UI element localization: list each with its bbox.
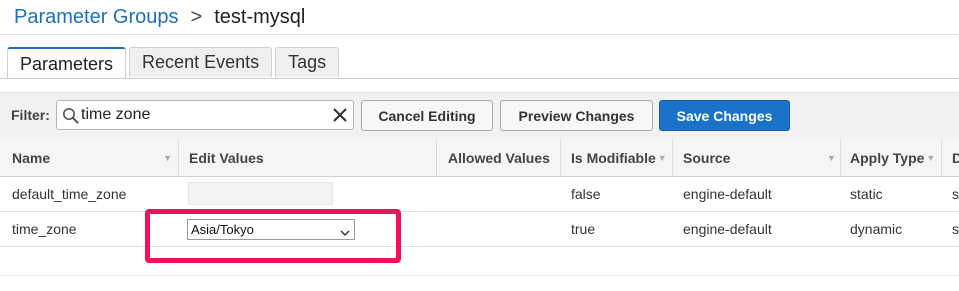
- table-row: time_zone Asia/Tokyo true engine-default…: [0, 212, 959, 247]
- cell-description: st: [952, 221, 959, 237]
- column-separator: [560, 139, 561, 176]
- cancel-editing-button[interactable]: Cancel Editing: [361, 100, 493, 131]
- cell-name: default_time_zone: [12, 186, 127, 202]
- column-separator: [941, 139, 942, 176]
- preview-changes-button[interactable]: Preview Changes: [500, 100, 653, 131]
- sort-caret-icon: ▼: [163, 152, 172, 163]
- tab-divider: [0, 78, 959, 79]
- breadcrumb-parameter-groups-link[interactable]: Parameter Groups: [14, 6, 179, 29]
- header-divider: [0, 34, 959, 35]
- search-icon: [62, 107, 80, 130]
- column-separator: [436, 139, 437, 176]
- column-separator: [178, 139, 179, 176]
- cell-source: engine-default: [683, 221, 772, 237]
- column-apply-type-label: Apply Type: [850, 149, 925, 166]
- column-name-label: Name: [12, 149, 51, 166]
- column-header-is-modifiable[interactable]: Is Modifiable ▼: [571, 139, 671, 176]
- cell-source: engine-default: [683, 186, 772, 202]
- column-allowed-values-label: Allowed Values: [448, 149, 550, 166]
- sort-caret-icon: ▼: [657, 152, 667, 163]
- cell-apply-type: dynamic: [850, 221, 903, 237]
- cell-description: st: [952, 186, 959, 202]
- save-changes-button[interactable]: Save Changes: [659, 100, 790, 131]
- column-header-edit-values[interactable]: Edit Values: [189, 139, 429, 176]
- filter-label: Filter:: [11, 107, 50, 123]
- column-header-description[interactable]: D: [952, 139, 959, 176]
- close-icon[interactable]: [333, 108, 347, 127]
- column-header-name[interactable]: Name ▼: [12, 139, 172, 176]
- breadcrumb-current: test-mysql: [214, 5, 306, 28]
- table-header: Name ▼ Edit Values Allowed Values Is Mod…: [0, 139, 959, 177]
- sort-caret-icon: ▼: [827, 152, 836, 163]
- column-header-source[interactable]: Source ▼: [683, 139, 838, 176]
- filter-input[interactable]: [81, 104, 321, 126]
- column-source-label: Source: [683, 149, 731, 166]
- tab-bar: Parameters Recent Events Tags: [7, 47, 342, 79]
- column-header-allowed-values[interactable]: Allowed Values: [448, 139, 558, 176]
- tab-recent-events[interactable]: Recent Events: [129, 47, 273, 77]
- column-separator: [672, 139, 673, 176]
- cell-is-modifiable: false: [571, 186, 601, 202]
- column-separator: [840, 139, 841, 176]
- breadcrumb: Parameter Groups > test-mysql: [14, 2, 305, 32]
- tab-parameters[interactable]: Parameters: [7, 47, 127, 79]
- table-row: default_time_zone false engine-default s…: [0, 177, 959, 212]
- filter-search-box: [56, 100, 354, 130]
- cell-is-modifiable: true: [571, 221, 596, 237]
- edit-value-field-disabled: [188, 182, 333, 205]
- sort-caret-icon: ▼: [926, 152, 936, 163]
- cell-name: time_zone: [12, 221, 77, 237]
- tab-tags[interactable]: Tags: [275, 47, 340, 77]
- table-footer-divider: [0, 275, 959, 276]
- column-header-apply-type[interactable]: Apply Type ▼: [850, 139, 940, 176]
- filter-toolbar: Filter: Cancel Editing Preview Changes S…: [0, 92, 959, 140]
- breadcrumb-separator: >: [190, 5, 203, 28]
- cell-apply-type: static: [850, 186, 883, 202]
- column-description-label: D: [952, 149, 959, 166]
- highlight-annotation-box: [145, 209, 401, 263]
- column-edit-values-label: Edit Values: [189, 149, 264, 166]
- column-is-modifiable-label: Is Modifiable: [571, 149, 656, 166]
